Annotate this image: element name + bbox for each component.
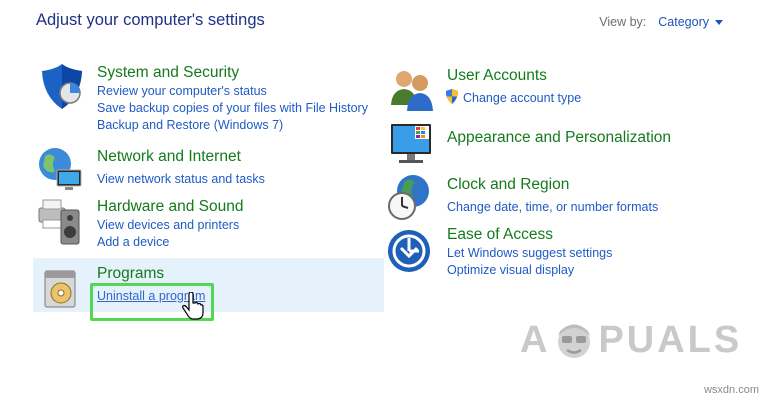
view-by-control: View by: Category [599, 15, 723, 29]
category-title-user-accounts[interactable]: User Accounts [447, 67, 547, 85]
link-devices-printers[interactable]: View devices and printers [97, 218, 239, 232]
users-icon[interactable] [387, 65, 437, 115]
category-title-ease-of-access[interactable]: Ease of Access [447, 226, 553, 244]
view-by-dropdown[interactable]: Category [658, 15, 723, 29]
ease-of-access-icon[interactable] [387, 226, 437, 276]
site-credit: wsxdn.com [703, 384, 759, 396]
link-add-device[interactable]: Add a device [97, 235, 169, 249]
link-network-status[interactable]: View network status and tasks [97, 172, 265, 186]
hand-cursor-icon [182, 292, 204, 320]
programs-disc-icon[interactable] [37, 263, 87, 313]
category-title-system-and-security[interactable]: System and Security [97, 64, 239, 82]
category-title-hardware-and-sound[interactable]: Hardware and Sound [97, 198, 244, 216]
link-optimize-visual[interactable]: Optimize visual display [447, 263, 574, 277]
view-by-value[interactable]: Category [658, 15, 709, 29]
category-title-clock-and-region[interactable]: Clock and Region [447, 176, 569, 194]
category-title-programs[interactable]: Programs [97, 265, 164, 283]
chevron-down-icon[interactable] [715, 19, 723, 25]
watermark-text-left: A [520, 318, 551, 361]
monitor-palette-icon[interactable] [387, 118, 437, 168]
view-by-label: View by: [599, 15, 647, 29]
link-file-history[interactable]: Save backup copies of your files with Fi… [97, 101, 368, 115]
clock-globe-icon[interactable] [387, 173, 437, 223]
link-windows-suggest[interactable]: Let Windows suggest settings [447, 246, 612, 260]
appuals-watermark: A PUALS [520, 318, 742, 362]
category-title-network-and-internet[interactable]: Network and Internet [97, 148, 241, 166]
network-globe-icon[interactable] [37, 146, 87, 196]
mascot-face-icon [558, 324, 591, 358]
watermark-text-right: PUALS [598, 318, 743, 361]
shield-icon[interactable] [37, 62, 87, 112]
link-backup-restore[interactable]: Backup and Restore (Windows 7) [97, 118, 283, 132]
printer-speaker-icon[interactable] [37, 196, 87, 246]
link-change-account-type[interactable]: Change account type [463, 91, 581, 105]
uac-shield-icon [446, 89, 458, 104]
link-date-time-formats[interactable]: Change date, time, or number formats [447, 200, 658, 214]
category-title-appearance-personalization[interactable]: Appearance and Personalization [447, 129, 671, 147]
link-review-status[interactable]: Review your computer's status [97, 84, 267, 98]
page-title: Adjust your computer's settings [36, 11, 265, 29]
